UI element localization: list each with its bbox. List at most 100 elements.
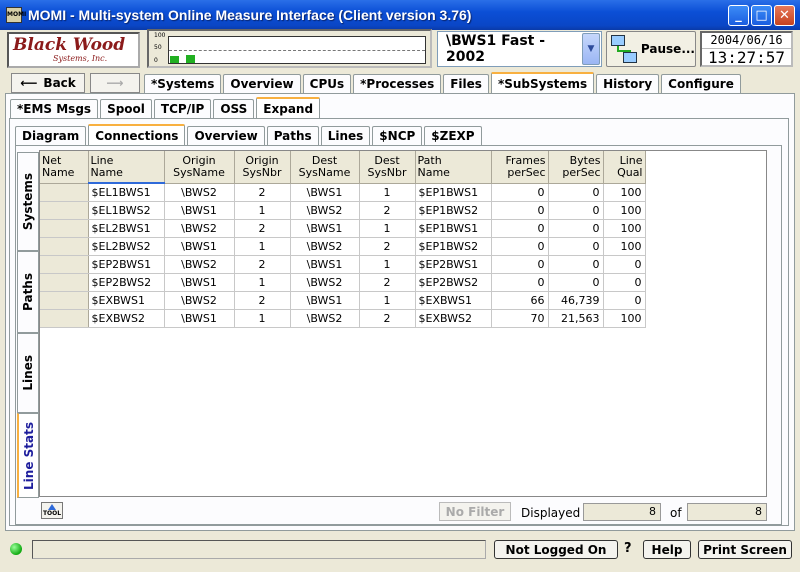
- table-row[interactable]: $EP2BWS2 \BWS1 1 \BWS2 2 $EP2BWS2 0 0 0: [40, 273, 646, 292]
- tab-processes[interactable]: *Processes: [353, 74, 442, 93]
- table-cell-origin-sysname: \BWS1: [164, 309, 235, 328]
- table-cell-path-name: $EP2BWS2: [415, 273, 492, 292]
- forward-button[interactable]: ⟶: [90, 73, 140, 93]
- table-cell-frames-persec: 0: [491, 183, 549, 202]
- table-row[interactable]: $EXBWS2 \BWS1 1 \BWS2 2 $EXBWS2 70 21,563 100: [40, 309, 646, 328]
- table-row[interactable]: $EXBWS1 \BWS2 2 \BWS1 1 $EXBWS1 66 46,739 0: [40, 291, 646, 310]
- table-cell-bytes-persec: 21,563: [548, 309, 604, 328]
- column-header-frames-persec[interactable]: Frames perSec: [491, 151, 549, 184]
- graph-label-bottom: 0: [154, 57, 158, 64]
- side-tab-systems[interactable]: Systems: [17, 152, 39, 251]
- column-header-line1: Line: [619, 153, 643, 167]
- column-header-dest-sysnbr[interactable]: Dest SysNbr: [359, 151, 416, 184]
- expand-tab-connections[interactable]: Connections: [88, 124, 186, 145]
- table-cell-origin-sysnbr: 2: [234, 255, 291, 274]
- table-cell-line-name: $EL2BWS1: [88, 219, 165, 238]
- table-row[interactable]: $EP2BWS1 \BWS2 2 \BWS1 1 $EP2BWS1 0 0 0: [40, 255, 646, 274]
- table-cell-bytes-persec: 0: [548, 237, 604, 256]
- side-tab-label: Paths: [21, 273, 35, 311]
- table-cell-origin-sysnbr: 1: [234, 201, 291, 220]
- print-screen-button[interactable]: Print Screen: [698, 540, 792, 559]
- subtab-expand[interactable]: Expand: [256, 97, 321, 118]
- current-date: 2004/06/16: [710, 33, 783, 47]
- column-header-line1: Net: [42, 153, 62, 167]
- tab-configure[interactable]: Configure: [661, 74, 741, 93]
- column-header-line-qual[interactable]: Line Qual: [603, 151, 646, 184]
- column-header-line2: Name: [42, 165, 75, 179]
- logo-line2: Systems, Inc.: [53, 54, 108, 63]
- column-header-path-name[interactable]: Path Name: [415, 151, 492, 184]
- side-tab-line-stats[interactable]: Line Stats: [17, 413, 39, 498]
- forward-arrow-icon: ⟶: [106, 76, 124, 90]
- chevron-down-icon[interactable]: ▼: [582, 33, 600, 65]
- help-button[interactable]: Help: [643, 540, 691, 559]
- graph-label-top: 100: [154, 32, 166, 39]
- table-cell-origin-sysnbr: 2: [234, 291, 291, 310]
- table-cell-frames-persec: 0: [491, 219, 549, 238]
- column-header-dest-sysname[interactable]: Dest SysName: [290, 151, 360, 184]
- table-cell-line-name: $EL1BWS1: [88, 183, 165, 202]
- column-header-net-name[interactable]: Net Name: [40, 151, 89, 184]
- graph-bar: [186, 54, 195, 63]
- table-cell-origin-sysnbr: 2: [234, 219, 291, 238]
- tab-subsystems[interactable]: *SubSystems: [490, 72, 595, 93]
- tab-history[interactable]: History: [596, 74, 660, 93]
- table-row[interactable]: $EL2BWS2 \BWS1 1 \BWS2 2 $EP1BWS2 0 0 100: [40, 237, 646, 256]
- expand-tab-ncp[interactable]: $NCP: [372, 126, 423, 145]
- tab-files[interactable]: Files: [443, 74, 489, 93]
- table-cell-origin-sysnbr: 1: [234, 237, 291, 256]
- subtab-ems-msgs[interactable]: *EMS Msgs: [10, 99, 99, 118]
- table-row[interactable]: $EL2BWS1 \BWS2 2 \BWS1 1 $EP1BWS1 0 0 100: [40, 219, 646, 238]
- tab-cpus[interactable]: CPUs: [302, 74, 352, 93]
- tool-button[interactable]: TOOL: [41, 502, 63, 519]
- subtab-spool[interactable]: Spool: [100, 99, 152, 118]
- expand-tab-zexp[interactable]: $ZEXP: [424, 126, 482, 145]
- app-icon[interactable]: MOMI: [6, 7, 26, 23]
- table-cell-line-name: $EP2BWS2: [88, 273, 165, 292]
- table-cell-line-qual: 100: [603, 183, 646, 202]
- maximize-button[interactable]: □: [751, 5, 772, 26]
- back-button[interactable]: ⟵ Back: [11, 73, 85, 93]
- system-select[interactable]: \BWS1 Fast - 2002 ▼: [437, 31, 602, 67]
- tool-label: TOOL: [42, 510, 62, 517]
- subtab-oss[interactable]: OSS: [213, 99, 255, 118]
- subtab-tcp-ip[interactable]: TCP/IP: [153, 99, 212, 118]
- pause-button[interactable]: Pause...: [606, 31, 696, 67]
- table-cell-origin-sysname: \BWS2: [164, 183, 235, 202]
- table-cell-net-name: [40, 183, 89, 202]
- table-cell-net-name: [40, 201, 89, 220]
- table-cell-dest-sysnbr: 1: [359, 255, 416, 274]
- table-cell-net-name: [40, 219, 89, 238]
- column-header-origin-sysnbr[interactable]: Origin SysNbr: [234, 151, 291, 184]
- column-header-bytes-persec[interactable]: Bytes perSec: [548, 151, 604, 184]
- main-tabs: *Systems Overview CPUs *Processes Files *SubS…: [144, 72, 743, 93]
- column-header-line-name[interactable]: Line Name: [88, 151, 165, 184]
- table-cell-dest-sysname: \BWS2: [290, 309, 360, 328]
- table-cell-frames-persec: 0: [491, 273, 549, 292]
- table-cell-dest-sysnbr: 2: [359, 273, 416, 292]
- tab-systems[interactable]: *Systems: [144, 74, 222, 93]
- side-tab-paths[interactable]: Paths: [17, 251, 39, 333]
- expand-tab-overview[interactable]: Overview: [187, 126, 265, 145]
- table-cell-origin-sysname: \BWS2: [164, 219, 235, 238]
- connections-table-container[interactable]: Net Name Line Name Origin SysName Origin SysNbr…: [39, 150, 767, 497]
- expand-tab-diagram[interactable]: Diagram: [15, 126, 87, 145]
- side-tab-lines[interactable]: Lines: [17, 333, 39, 413]
- login-button[interactable]: Not Logged On: [494, 540, 618, 559]
- tab-overview[interactable]: Overview: [223, 74, 301, 93]
- company-logo: Black Wood Systems, Inc.: [7, 32, 140, 68]
- table-cell-dest-sysname: \BWS1: [290, 183, 360, 202]
- table-cell-bytes-persec: 0: [548, 219, 604, 238]
- close-button[interactable]: ✕: [774, 5, 795, 26]
- no-filter-button[interactable]: No Filter: [439, 502, 511, 521]
- minimize-button[interactable]: _: [728, 5, 749, 26]
- column-header-origin-sysname[interactable]: Origin SysName: [164, 151, 235, 184]
- expand-tab-lines[interactable]: Lines: [320, 126, 371, 145]
- table-cell-dest-sysname: \BWS2: [290, 201, 360, 220]
- table-cell-frames-persec: 66: [491, 291, 549, 310]
- question-icon[interactable]: ?: [624, 541, 632, 556]
- column-header-line2: SysNbr: [367, 165, 407, 179]
- expand-tab-paths[interactable]: Paths: [266, 126, 319, 145]
- table-row[interactable]: $EL1BWS2 \BWS1 1 \BWS2 2 $EP1BWS2 0 0 100: [40, 201, 646, 220]
- table-row[interactable]: $EL1BWS1 \BWS2 2 \BWS1 1 $EP1BWS1 0 0 100: [40, 183, 646, 202]
